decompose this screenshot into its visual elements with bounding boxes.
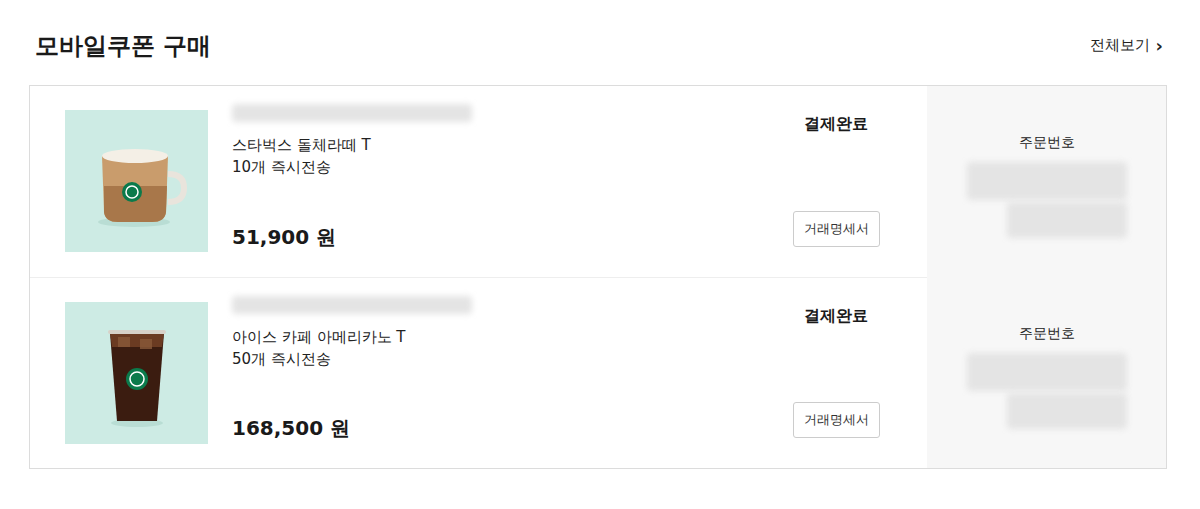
product-name[interactable]: 스타벅스 돌체라떼 T: [232, 134, 781, 156]
receipt-button[interactable]: 거래명세서: [793, 402, 880, 438]
redacted-order-number: [967, 162, 1127, 200]
receipt-button[interactable]: 거래명세서: [793, 211, 880, 247]
order-info: 아이스 카페 아메리카노 T50개 즉시전송 168,500 원: [232, 302, 781, 444]
order-number-label: 주문번호: [1019, 325, 1075, 343]
product-image[interactable]: [65, 302, 208, 444]
iced-coffee-cup-icon: [82, 313, 192, 433]
page: 모바일쿠폰 구매 전체보기 › 스타벅스 돌체라떼 T10개 즉시전송 51,900 원…: [0, 0, 1200, 509]
product-quantity: 10개 즉시전송: [232, 156, 781, 178]
product-price: 168,500 원: [232, 415, 781, 444]
order-info: 스타벅스 돌체라떼 T10개 즉시전송 51,900 원: [232, 110, 781, 253]
order-state: 결제완료거래명세서: [781, 302, 891, 444]
order-number-label: 주문번호: [1019, 134, 1075, 152]
order-number-panel: 주문번호: [927, 277, 1166, 468]
order-main: 아이스 카페 아메리카노 T50개 즉시전송168,500 원결제완료거래명세서: [30, 277, 927, 468]
view-all-link[interactable]: 전체보기 ›: [1090, 36, 1163, 55]
chevron-icon: ›: [1156, 37, 1163, 55]
redacted-order-number: [1007, 393, 1127, 429]
product-quantity: 50개 즉시전송: [232, 348, 781, 370]
order-main: 스타벅스 돌체라떼 T10개 즉시전송51,900 원결제완료거래명세서: [30, 86, 927, 277]
product-price: 51,900 원: [232, 224, 781, 253]
latte-mug-icon: [82, 126, 192, 236]
product-image[interactable]: [65, 110, 208, 252]
order-number-panel: 주문번호: [927, 86, 1166, 277]
order-state: 결제완료거래명세서: [781, 110, 891, 253]
redacted-brand: [232, 104, 472, 122]
payment-status: 결제완료: [804, 114, 868, 135]
order-row: 스타벅스 돌체라떼 T10개 즉시전송51,900 원결제완료거래명세서주문번호: [30, 86, 1166, 277]
section-header: 모바일쿠폰 구매 전체보기 ›: [29, 0, 1167, 85]
redacted-order-number: [1007, 202, 1127, 238]
product-name[interactable]: 아이스 카페 아메리카노 T: [232, 326, 781, 348]
redacted-order-number: [967, 353, 1127, 391]
section-title: 모바일쿠폰 구매: [35, 30, 211, 62]
view-all-label: 전체보기: [1090, 36, 1150, 55]
order-row: 아이스 카페 아메리카노 T50개 즉시전송168,500 원결제완료거래명세서…: [30, 277, 1166, 468]
payment-status: 결제완료: [804, 306, 868, 327]
order-list: 스타벅스 돌체라떼 T10개 즉시전송51,900 원결제완료거래명세서주문번호…: [29, 85, 1167, 469]
redacted-brand: [232, 296, 472, 314]
